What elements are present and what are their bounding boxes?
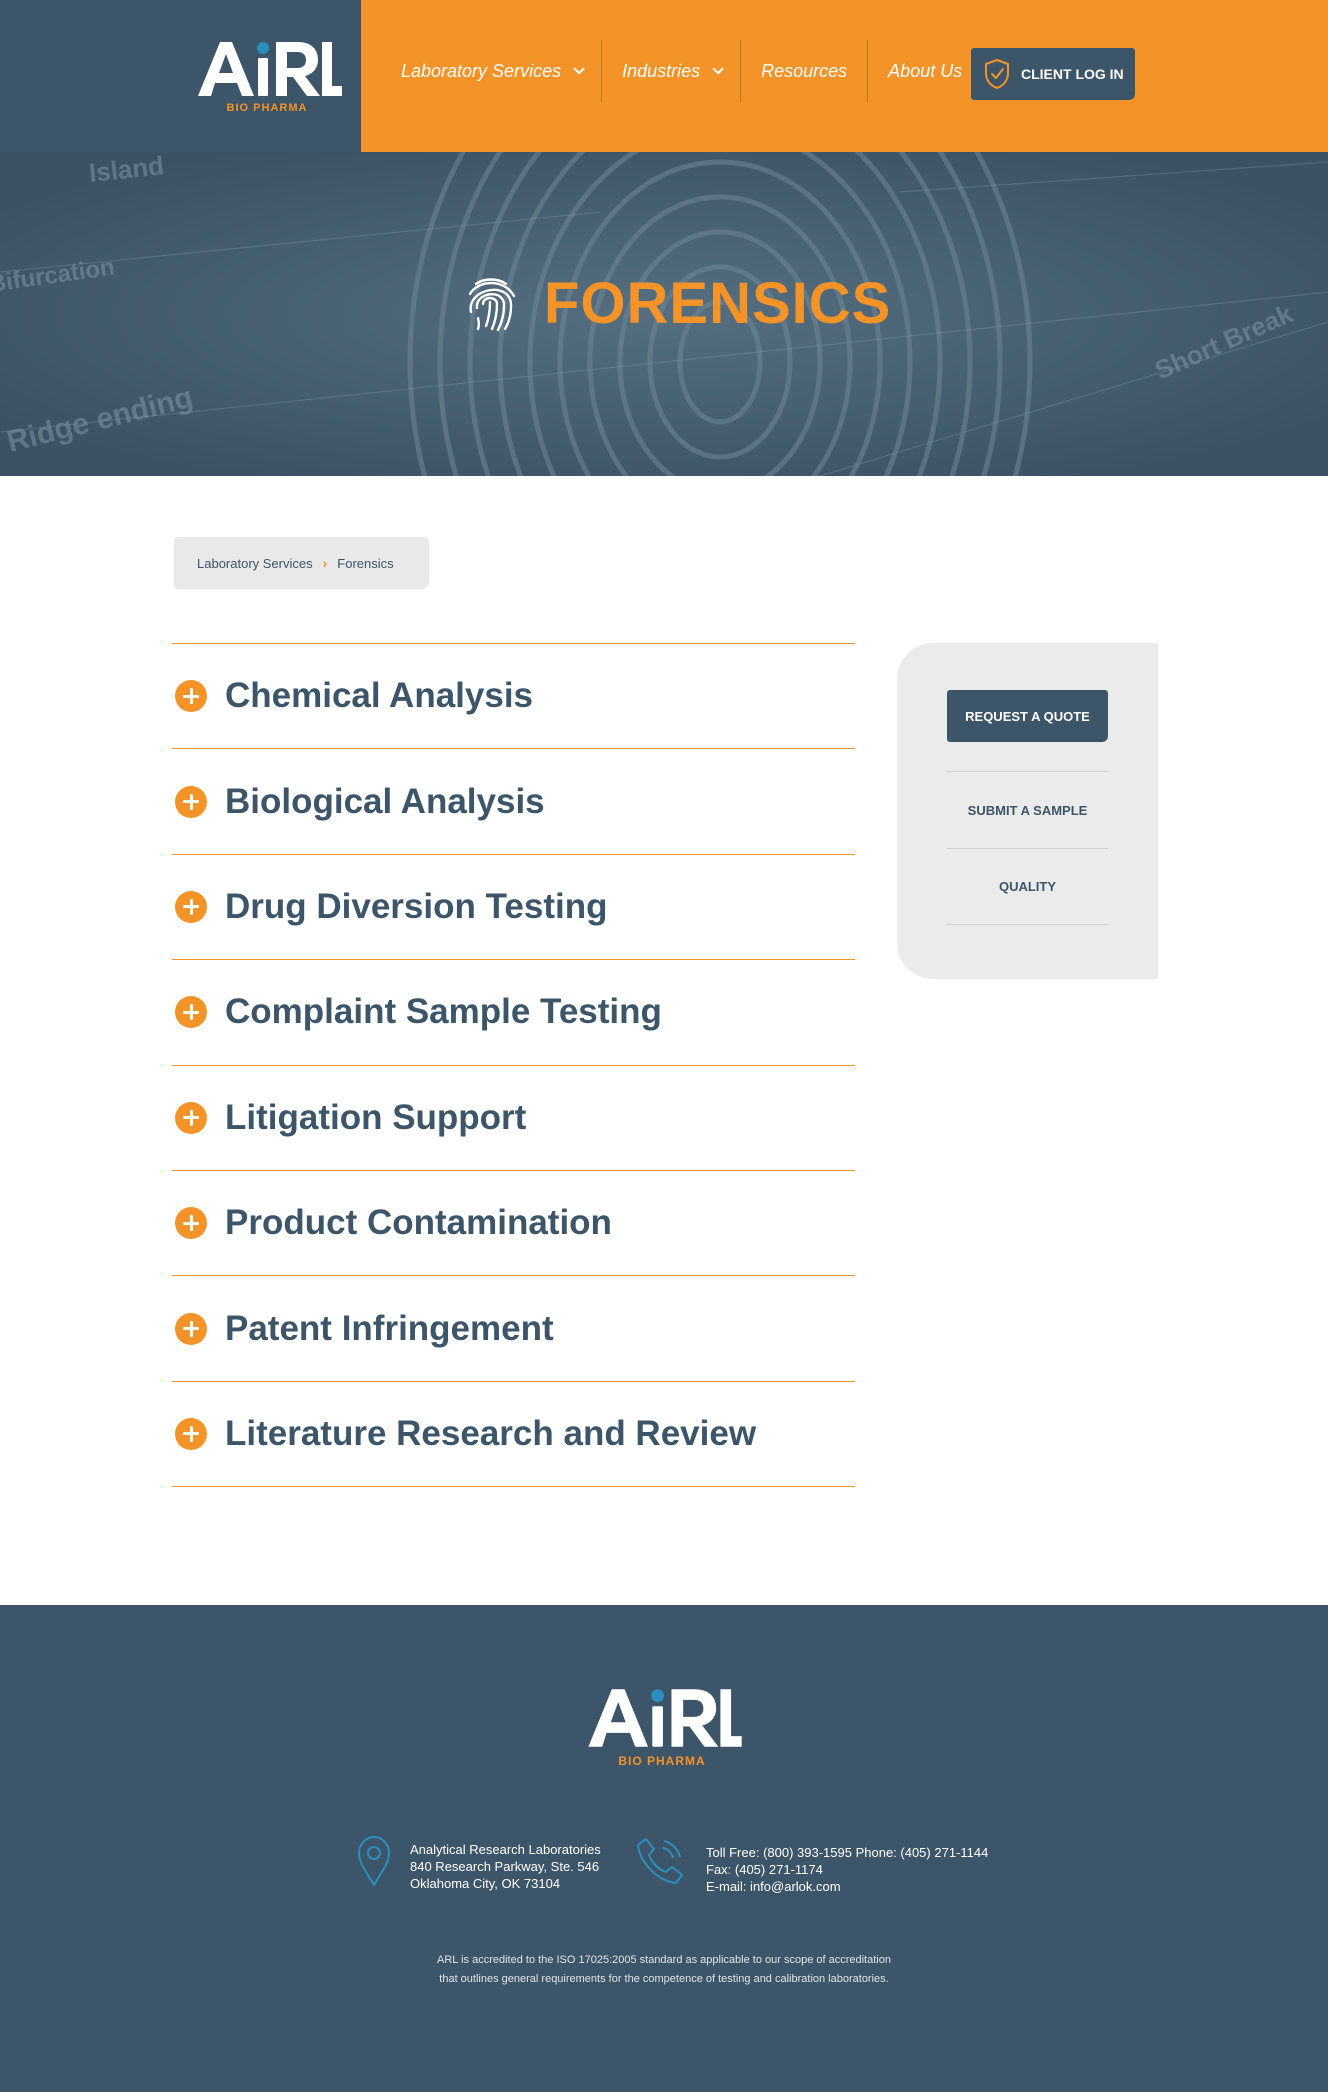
plus-circle-icon: [175, 996, 207, 1029]
accordion-item-complaint-sample-testing[interactable]: Complaint Sample Testing: [172, 960, 855, 1066]
breadcrumb-current: Forensics: [337, 555, 394, 571]
request-quote-button[interactable]: REQUEST A QUOTE: [947, 690, 1108, 742]
nav-item-label: Industries: [622, 60, 701, 81]
plus-circle-icon: [175, 1417, 207, 1450]
accordion-item-label: Complaint Sample Testing: [225, 992, 662, 1032]
footer-arl-logo[interactable]: BIO PHARMA: [586, 1685, 742, 1777]
nav-item-label: About Us: [888, 60, 963, 81]
page-title: FORENSICS: [544, 271, 892, 336]
accordion-item-chemical-analysis[interactable]: Chemical Analysis: [172, 644, 855, 750]
services-accordion: Chemical Analysis Biological Analysis Dr…: [172, 643, 855, 1488]
quality-link[interactable]: QUALITY: [947, 848, 1108, 925]
logo-subtitle: BIO PHARMA: [226, 102, 308, 114]
site-footer: BIO PHARMA Analytical Research Laborator…: [0, 1605, 1328, 2092]
accreditation-line: ARL is accredited to the ISO 17025:2005 …: [437, 1954, 891, 1966]
phone-icon: [637, 1838, 683, 1884]
plus-circle-icon: [175, 1312, 207, 1345]
breadcrumb-link-laboratory-services[interactable]: Laboratory Services: [197, 556, 313, 571]
email-link[interactable]: E-mail: info@arlok.com: [706, 1878, 988, 1895]
chevron-down-icon: [573, 63, 585, 75]
breadcrumb: Laboratory Services › Forensics: [174, 537, 429, 589]
accordion-item-patent-infringement[interactable]: Patent Infringement: [172, 1276, 855, 1382]
logo-subtitle: BIO PHARMA: [618, 1754, 706, 1768]
address-line: 840 Research Parkway, Ste. 546: [410, 1859, 600, 1874]
accordion-item-label: Litigation Support: [225, 1097, 527, 1137]
chevron-down-icon: [712, 63, 724, 75]
logo-panel: BIO PHARMA: [0, 0, 361, 152]
fingerprint-icon: [468, 277, 516, 331]
accreditation-note: ARL is accredited to the ISO 17025:2005 …: [0, 1951, 1328, 1989]
breadcrumb-chevron-icon: ›: [322, 555, 328, 571]
accordion-item-label: Patent Infringement: [225, 1308, 554, 1348]
accordion-item-label: Drug Diversion Testing: [225, 886, 608, 926]
accordion-item-label: Product Contamination: [225, 1203, 612, 1243]
plus-circle-icon: [175, 680, 207, 713]
arl-logo-mark: [588, 1689, 742, 1747]
client-login-button[interactable]: CLIENT LOG IN: [971, 48, 1135, 100]
arl-logo[interactable]: BIO PHARMA: [196, 38, 342, 118]
arl-logo-mark: [198, 42, 342, 96]
site-header: BIO PHARMA Laboratory Services Industrie…: [0, 0, 1328, 152]
shield-check-icon: [985, 58, 1009, 90]
nav-item-industries[interactable]: Industries: [601, 40, 740, 102]
accordion-item-label: Chemical Analysis: [225, 676, 534, 716]
accordion-item-litigation-support[interactable]: Litigation Support: [172, 1066, 855, 1171]
hero-banner: Island Bifurcation Ridge ending Short Br…: [0, 152, 1328, 476]
address-line: Oklahoma City, OK 73104: [410, 1876, 561, 1891]
accordion-item-literature-research-and-review[interactable]: Literature Research and Review: [172, 1382, 855, 1488]
nav-panel: Laboratory Services Industries Resources…: [361, 0, 1328, 152]
plus-circle-icon: [175, 1101, 207, 1134]
address-line: Analytical Research Laboratories: [410, 1842, 601, 1857]
nav-item-resources[interactable]: Resources: [740, 40, 867, 102]
main-nav: Laboratory Services Industries Resources…: [381, 40, 1002, 102]
accordion-item-drug-diversion-testing[interactable]: Drug Diversion Testing: [172, 855, 855, 961]
fax-line: Fax: (405) 271-1174: [706, 1862, 823, 1877]
nav-item-label: Laboratory Services: [401, 60, 562, 81]
footer-address: Analytical Research Laboratories 840 Res…: [356, 1835, 601, 1892]
accordion-item-product-contamination[interactable]: Product Contamination: [172, 1171, 855, 1277]
accordion-item-biological-analysis[interactable]: Biological Analysis: [172, 749, 855, 855]
plus-circle-icon: [175, 890, 207, 923]
plus-circle-icon: [175, 785, 207, 818]
footer-contact: Toll Free: (800) 393-1595 Phone: (405) 2…: [634, 1835, 988, 1895]
hero-title-group: FORENSICS: [460, 270, 891, 337]
client-login-label: CLIENT LOG IN: [1021, 66, 1124, 82]
accordion-item-label: Literature Research and Review: [225, 1413, 757, 1453]
submit-sample-link[interactable]: SUBMIT A SAMPLE: [947, 771, 1108, 848]
map-pin-icon: [357, 1835, 391, 1887]
nav-item-label: Resources: [761, 60, 848, 81]
sidebar-actions: REQUEST A QUOTE SUBMIT A SAMPLE QUALITY: [897, 643, 1158, 979]
accreditation-line: that outlines general requirements for t…: [439, 1973, 889, 1985]
nav-item-laboratory-services[interactable]: Laboratory Services: [381, 40, 601, 102]
phone-line[interactable]: Toll Free: (800) 393-1595 Phone: (405) 2…: [706, 1844, 988, 1861]
accordion-item-label: Biological Analysis: [225, 781, 545, 821]
plus-circle-icon: [175, 1207, 207, 1240]
